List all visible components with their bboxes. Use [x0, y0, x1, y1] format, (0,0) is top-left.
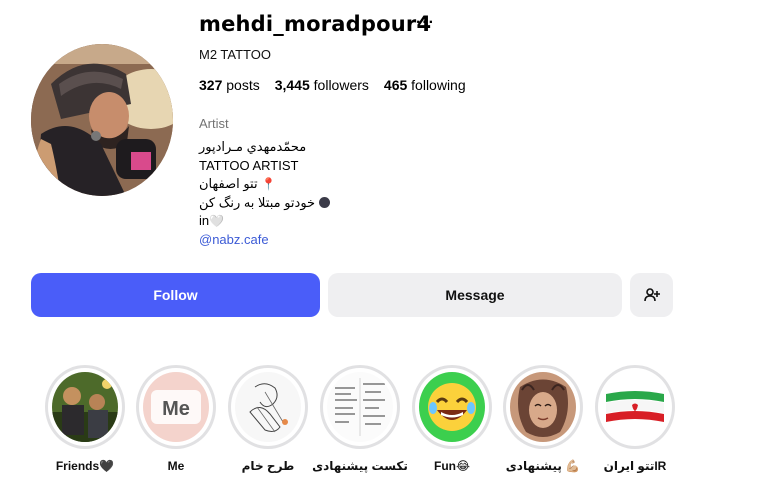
profile-username: mehdi_moradpour4: [199, 12, 432, 36]
followers-count: 3,445: [274, 77, 310, 93]
sketch-drawing-icon: [235, 372, 301, 442]
follow-button[interactable]: Follow: [31, 273, 320, 317]
highlight-sketch[interactable]: طرح خام: [228, 365, 308, 473]
followers-label: followers: [313, 77, 369, 93]
profile-category: Artist: [199, 116, 229, 131]
highlight-ring: [320, 365, 400, 449]
highlight-iran[interactable]: تتو ایرانIR: [595, 365, 675, 473]
highlight-friends[interactable]: Friends🖤: [45, 365, 125, 473]
pin-icon: 📍: [261, 177, 277, 192]
laughing-emoji-icon: [419, 372, 485, 442]
bio-line-name: محمّدمهدي مـرادپور: [199, 139, 307, 154]
bio-line-location: تتو اصفهان 📍: [199, 175, 334, 194]
followers-stat[interactable]: 3,445 followers: [275, 77, 369, 93]
avatar-photo-icon: [31, 44, 173, 196]
bio-link[interactable]: @nabz.cafe: [199, 231, 334, 250]
bio-line-slogan: خودتو مبتلا به رنگ کن: [199, 194, 334, 213]
highlight-me[interactable]: Me Me: [136, 365, 216, 473]
me-text-icon: Me: [143, 372, 209, 442]
person-plus-icon: [643, 288, 660, 302]
highlight-suggested[interactable]: پیشنهادی 💪🏼: [503, 365, 583, 473]
highlight-label: Fun😂: [433, 459, 470, 473]
posts-count: 327: [199, 77, 223, 93]
tattoo-portrait-icon: [510, 372, 576, 442]
highlight-label: پیشنهادی 💪🏼: [505, 459, 581, 473]
bio-slogan-text: خودتو مبتلا به رنگ کن: [199, 194, 316, 210]
profile-stats: 327 posts 3,445 followers 465 following: [199, 77, 466, 93]
profile-bio: محمّدمهدي مـرادپور TATTOO ARTIST تتو اصف…: [199, 138, 334, 250]
profile-full-name: M2 TATTOO: [199, 47, 271, 62]
iran-flag-icon: [602, 372, 668, 442]
profile-page: mehdi_moradpour4 ··· M2 TATTOO 327 posts…: [0, 0, 770, 500]
highlight-fun[interactable]: Fun😂: [412, 365, 492, 473]
highlight-ring: Me: [136, 365, 216, 449]
highlight-ring: [412, 365, 492, 449]
highlight-ring: [503, 365, 583, 449]
friends-photo-icon: [52, 372, 118, 442]
posts-stat[interactable]: 327 posts: [199, 77, 260, 93]
highlight-ring: [595, 365, 675, 449]
svg-text:Me: Me: [162, 398, 190, 420]
following-count: 465: [383, 77, 408, 93]
highlight-label: Me: [167, 459, 185, 473]
bio-line-title: TATTOO ARTIST: [199, 157, 299, 173]
bio-location-text: تتو اصفهان: [199, 176, 258, 192]
text-samples-icon: [327, 372, 393, 442]
bio-in-text: in: [199, 213, 210, 229]
highlight-text-samples[interactable]: تکست پیشنهادی: [312, 365, 408, 473]
following-stat[interactable]: 465 following: [384, 77, 466, 93]
highlight-label: Friends🖤: [55, 459, 115, 473]
more-options-icon[interactable]: ···: [416, 14, 435, 32]
highlight-label: طرح خام: [241, 459, 295, 473]
highlight-label: تکست پیشنهادی: [312, 459, 408, 473]
add-user-button[interactable]: [630, 273, 673, 317]
bio-line-in: in🤍: [199, 212, 334, 231]
posts-label: posts: [226, 77, 260, 93]
highlight-ring: [228, 365, 308, 449]
highlight-ring: [45, 365, 125, 449]
dark-circle-icon: [318, 196, 330, 208]
profile-avatar[interactable]: [31, 44, 173, 196]
following-label: following: [411, 77, 466, 93]
message-button[interactable]: Message: [328, 273, 622, 317]
highlight-label: تتو ایرانIR: [603, 459, 667, 473]
white-heart-icon: 🤍: [209, 214, 225, 229]
